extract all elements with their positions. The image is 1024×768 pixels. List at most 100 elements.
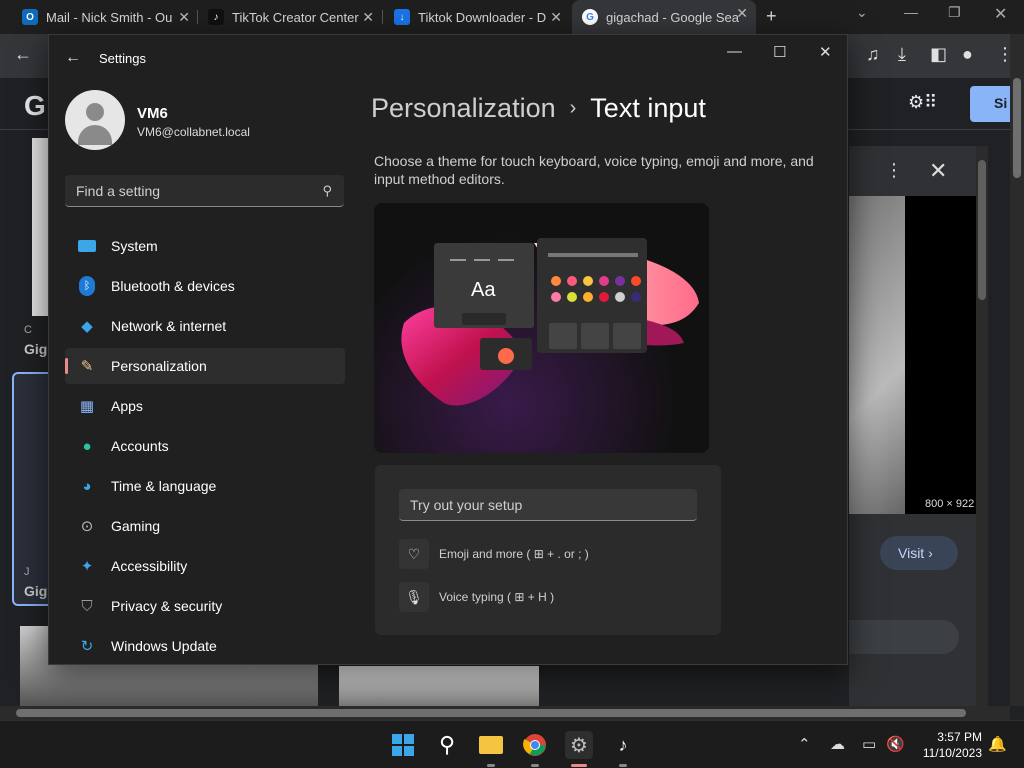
running-indicator [619,764,627,767]
nav-label: Gaming [111,518,161,534]
restore-icon[interactable]: ❐ [948,4,961,21]
nav-item-time-language[interactable]: ◕ Time & language [65,468,345,504]
download-icon[interactable]: ⤓ [898,44,906,65]
image-dimensions: 800 × 922 [925,498,975,510]
gear-icon: ⚙ [570,734,588,757]
result-caption[interactable]: Gig [24,341,47,357]
preview-image[interactable] [849,196,905,514]
nav-item-system[interactable]: System [65,228,345,264]
chrome-button[interactable] [521,731,549,767]
tab-tiktok-creator[interactable]: ♪ TikTok Creator Center ✕ [198,4,382,30]
selected-result-card[interactable] [12,372,48,606]
nav-label: Windows Update [111,638,217,654]
search-icon[interactable]: ⚲ [322,183,332,199]
tab-title: gigachad - Google Sea [606,9,739,25]
brush-icon: ✎ [80,358,94,375]
tab-tiktok-downloader[interactable]: ↓ Tiktok Downloader - D ✕ [384,4,570,30]
tiktok-icon: ♪ [618,734,628,755]
side-panel-icon[interactable]: ◧ [930,44,947,65]
nav-label: Time & language [111,478,217,494]
scrollbar-thumb[interactable] [978,160,986,300]
tab-google-search[interactable]: G gigachad - Google Sea ✕ [572,0,756,34]
accessibility-icon: ✦ [80,558,94,575]
close-window-icon[interactable]: ✕ [994,4,1007,24]
minimize-icon[interactable]: — [904,4,918,20]
profile-icon[interactable]: ● [962,44,973,65]
search-icon[interactable]: ⚲ [433,731,461,759]
settings-apps-icon[interactable]: ⚙⠿ [908,92,948,114]
tab-mail[interactable]: O Mail - Nick Smith - Ou ✕ [12,4,198,30]
tab-separator [382,10,383,24]
preview-image-background [905,196,976,514]
tab-search-icon[interactable]: ⌄ [856,4,868,21]
nav-item-personalization[interactable]: ✎ Personalization [65,348,345,384]
new-tab-button[interactable]: + [766,6,777,27]
avatar[interactable] [65,90,125,150]
running-indicator [487,764,495,767]
back-arrow-icon[interactable]: ← [14,44,32,65]
start-button[interactable] [389,731,417,759]
close-icon[interactable]: ✕ [178,9,190,26]
visit-button[interactable]: Visit › [880,536,958,570]
nav-item-apps[interactable]: ▦ Apps [65,388,345,424]
shield-icon: ⛉ [81,597,93,615]
user-name: VM6 [137,105,168,122]
scrollbar-thumb[interactable] [16,709,966,717]
update-icon: ↻ [80,638,94,655]
gamepad-icon: ⊙ [80,518,94,535]
close-icon[interactable]: ✕ [929,158,947,184]
breadcrumb-parent[interactable]: Personalization [371,93,556,123]
file-explorer-button[interactable] [477,731,505,767]
maximize-icon[interactable]: ☐ [773,43,786,61]
search-input[interactable]: Find a setting ⚲ [65,175,344,207]
theme-preview-art [401,238,699,406]
more-options-icon[interactable]: ⋮ [885,160,903,181]
nav-item-accessibility[interactable]: ✦ Accessibility [65,548,345,584]
minimize-icon[interactable]: — [727,43,742,60]
accounts-icon: ● [82,437,92,455]
result-caption[interactable]: Gig [24,583,47,599]
close-icon[interactable]: ✕ [736,5,748,22]
settings-titlebar: ← Settings — ☐ ✕ [49,35,847,81]
close-icon[interactable]: ✕ [819,43,832,61]
page-vertical-scrollbar[interactable] [1010,34,1024,706]
close-icon[interactable]: ✕ [362,9,374,26]
scrollbar-thumb[interactable] [1013,78,1021,178]
browser-tab-bar: O Mail - Nick Smith - Ou ✕ ♪ TikTok Crea… [0,0,1024,34]
outlook-icon: O [22,9,38,25]
nav-item-gaming[interactable]: ⊙ Gaming [65,508,345,544]
back-arrow-icon[interactable]: ← [65,49,81,67]
nav-item-bluetooth[interactable]: ᛒ Bluetooth & devices [65,268,345,304]
page-horizontal-scrollbar[interactable] [0,706,1010,720]
onedrive-icon[interactable]: ☁ [830,735,845,753]
clock[interactable]: 3:57 PM 11/10/2023 [914,729,982,761]
emoji-heart-icon: ♡ [399,539,429,569]
network-icon[interactable]: ▭ [862,735,876,753]
avatar-body [78,125,112,145]
panel-scrollbar[interactable] [976,146,988,706]
result-source: J [24,566,30,578]
globe-clock-icon: ◕ [82,477,92,495]
voice-shortcut-row: 🎙 Voice typing ( ⊞ + H ) [399,582,554,612]
clock-date: 11/10/2023 [922,746,982,760]
settings-app-button[interactable]: ⚙ [565,731,593,767]
result-thumbnail[interactable] [339,666,539,706]
try-setup-input[interactable]: Try out your setup [399,489,697,521]
user-email: VM6@collabnet.local [137,125,250,139]
nav-item-windows-update[interactable]: ↻ Windows Update [65,628,345,664]
volume-muted-icon[interactable]: 🔇 [886,735,905,753]
result-thumbnail[interactable] [32,138,48,316]
tiktok-app-button[interactable]: ♪ [609,731,637,767]
nav-label: Network & internet [111,318,227,334]
playlist-icon[interactable]: ♫ [866,44,880,65]
nav-item-privacy[interactable]: ⛉ Privacy & security [65,588,345,624]
nav-label: System [111,238,158,254]
notification-bell-icon[interactable]: 🔔 [988,735,1007,753]
chevron-up-icon[interactable]: ⌃ [798,735,811,753]
close-icon[interactable]: ✕ [550,9,562,26]
preview-aa-text: Aa [471,279,496,301]
tab-title: TikTok Creator Center [232,9,359,25]
google-logo[interactable]: G [24,90,46,122]
nav-item-network[interactable]: ◆ Network & internet [65,308,345,344]
nav-item-accounts[interactable]: ● Accounts [65,428,345,464]
